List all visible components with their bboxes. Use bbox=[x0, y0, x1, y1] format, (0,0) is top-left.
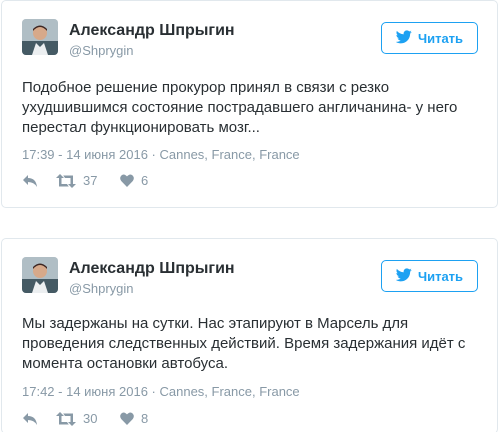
like-button[interactable]: 8 bbox=[120, 411, 148, 426]
tweet-card: Александр Шпрыгин @Shprygin Читать Мы за… bbox=[1, 238, 498, 432]
location[interactable]: Cannes, France, France bbox=[159, 384, 299, 399]
follow-button[interactable]: Читать bbox=[381, 260, 478, 292]
tweet-card: Александр Шпрыгин @Shprygin Читать Подоб… bbox=[1, 0, 498, 208]
tweet-text: Подобное решение прокурор принял в связи… bbox=[22, 79, 458, 136]
location[interactable]: Cannes, France, France bbox=[159, 147, 299, 162]
retweet-icon bbox=[56, 411, 76, 426]
user-handle[interactable]: @Shprygin bbox=[69, 43, 134, 58]
tweet-actions: 37 6 bbox=[22, 173, 148, 188]
like-button[interactable]: 6 bbox=[120, 173, 148, 188]
tweet-meta: 17:39 - 14 июня 2016 · Cannes, France, F… bbox=[22, 147, 300, 162]
avatar[interactable] bbox=[22, 257, 58, 293]
reply-button[interactable] bbox=[22, 174, 56, 188]
twitter-bird-icon bbox=[395, 267, 412, 285]
display-name[interactable]: Александр Шпрыгин bbox=[69, 22, 235, 40]
avatar[interactable] bbox=[22, 19, 58, 55]
heart-icon bbox=[120, 174, 134, 187]
user-handle[interactable]: @Shprygin bbox=[69, 281, 134, 296]
follow-label: Читать bbox=[417, 30, 464, 46]
tweet-meta: 17:42 - 14 июня 2016 · Cannes, France, F… bbox=[22, 384, 300, 399]
follow-button[interactable]: Читать bbox=[381, 22, 478, 54]
like-count: 8 bbox=[141, 411, 149, 426]
retweet-button[interactable]: 30 bbox=[56, 411, 120, 426]
retweet-count: 37 bbox=[83, 173, 98, 188]
tweet-actions: 30 8 bbox=[22, 411, 148, 426]
twitter-bird-icon bbox=[395, 29, 412, 47]
timestamp[interactable]: 17:39 - 14 июня 2016 bbox=[22, 147, 148, 162]
reply-icon bbox=[22, 174, 38, 188]
reply-icon bbox=[22, 412, 38, 426]
display-name[interactable]: Александр Шпрыгин bbox=[69, 260, 235, 278]
follow-label: Читать bbox=[417, 268, 464, 284]
retweet-button[interactable]: 37 bbox=[56, 173, 120, 188]
retweet-icon bbox=[56, 173, 76, 188]
retweet-count: 30 bbox=[83, 411, 98, 426]
timestamp[interactable]: 17:42 - 14 июня 2016 bbox=[22, 384, 148, 399]
reply-button[interactable] bbox=[22, 412, 56, 426]
heart-icon bbox=[120, 412, 134, 425]
tweet-text: Мы задержаны на сутки. Нас этапируют в М… bbox=[22, 315, 466, 372]
like-count: 6 bbox=[141, 173, 149, 188]
